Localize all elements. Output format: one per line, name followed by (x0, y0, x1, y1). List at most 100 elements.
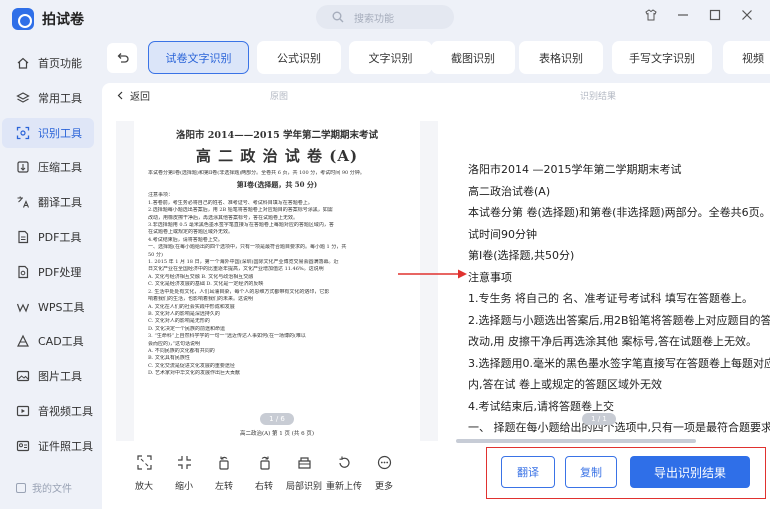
export-results-button[interactable]: 导出识别结果 (630, 456, 750, 488)
sidebar-item-11[interactable]: 证件照工具 (2, 431, 94, 461)
tool-zoom-in-button[interactable]: 放大 (124, 455, 164, 495)
cad-icon (16, 334, 30, 348)
sidebar-item-label: 翻译工具 (38, 196, 82, 210)
doc-footer: 高二政治(A) 第 1 页 (共 6 页) (239, 431, 315, 437)
my-files-link[interactable]: 我的文件 (16, 480, 72, 495)
result-text-line: 一、 择题在每小题给出的四个选项中,只有一项是最符合题要求的 (468, 421, 770, 434)
doc-text-line: 3. “生命科”上自然科学学的一句一“远近传达人事如何(在一场博的(难以 (148, 333, 306, 340)
sidebar-item-5[interactable]: PDF工具 (2, 222, 94, 252)
video-icon (16, 404, 30, 418)
app-name: 拍试卷 (42, 12, 84, 28)
tab-3[interactable]: 截图识别 (431, 41, 515, 74)
rotate-right-icon (257, 455, 272, 479)
sidebar-item-label: PDF工具 (38, 230, 82, 244)
result-text-line: 第Ⅰ卷(选择题,共50分) (468, 249, 575, 262)
tool-label: 右转 (254, 482, 273, 492)
scan-icon (16, 126, 30, 140)
window-controls (644, 8, 754, 22)
sidebar-item-1[interactable]: 常用工具 (2, 83, 94, 113)
sidebar-item-label: CAD工具 (38, 335, 84, 349)
my-files-label: 我的文件 (32, 484, 72, 495)
doc-intro: 本试卷分第Ⅰ卷(选择题)和第Ⅱ卷(非选择题)两部分。全卷共 6 页，共 100 … (148, 170, 365, 176)
folder-icon (16, 482, 26, 493)
tool-rotate-right-button[interactable]: 右转 (244, 455, 284, 495)
translate-button[interactable]: 翻译 (501, 456, 555, 488)
layers-icon (16, 91, 30, 105)
pdf-icon (16, 230, 30, 244)
sidebar-item-7[interactable]: WPS工具 (2, 292, 94, 322)
sidebar-item-8[interactable]: CAD工具 (2, 326, 94, 356)
result-text-line: 洛阳市2014 —2015学年第二学期期末考试 (468, 163, 682, 176)
tab-0[interactable]: 试卷文字识别 (148, 41, 249, 74)
doc-text-line: A. 文化与经济相互交融 B. 文化与政治相互交融 (148, 273, 254, 280)
result-text-area[interactable]: 洛阳市2014 —2015学年第二学期期末考试 高二政治试卷(A) 本试卷分第 卷(… (456, 121, 770, 441)
wps-icon (16, 300, 30, 314)
tool-more-button[interactable]: 更多 (364, 455, 404, 495)
undo-button[interactable] (107, 43, 137, 73)
tool-rotate-left-button[interactable]: 左转 (204, 455, 244, 495)
sidebar-item-label: 压缩工具 (38, 161, 82, 175)
close-button[interactable] (740, 8, 754, 22)
result-text-line: 4.考试结束后,请将答题卷上交 (468, 399, 614, 413)
doc-text-line: B. 文化具有民族性 (148, 355, 190, 362)
sidebar: 拍试卷 首页功能常用工具识别工具压缩工具翻译工具 PDF工具 PDF处理 WPS工具 C… (0, 0, 98, 509)
tool-zoom-out-button[interactable]: 缩小 (164, 455, 204, 495)
sidebar-item-10[interactable]: 音视频工具 (2, 396, 94, 426)
home-icon (16, 56, 30, 70)
result-label: 识别结果 (580, 92, 617, 102)
original-image-viewer[interactable]: 洛阳市 2014——2015 学年第二学期期末考试 高 二 政 治 试 卷 (A… (116, 121, 438, 441)
minimize-button[interactable] (676, 8, 690, 22)
sidebar-item-4[interactable]: 翻译工具 (2, 187, 94, 217)
tab-5[interactable]: 手写文字识别 (612, 41, 712, 74)
sidebar-item-label: 图片工具 (38, 370, 82, 384)
result-text-line: 内,答在试 卷上或规定的答题区域外无效 (468, 378, 662, 391)
tab-1[interactable]: 公式识别 (257, 41, 341, 74)
sidebar-item-9[interactable]: 图片工具 (2, 361, 94, 391)
sidebar-item-2[interactable]: 识别工具 (2, 117, 94, 148)
app-logo: 拍试卷 (12, 6, 84, 32)
sidebar-item-3[interactable]: 压缩工具 (2, 152, 94, 182)
doc-text-line: C. 文化对人的影响是无形的 (148, 318, 210, 325)
result-text-line: 3.选择题用0.毫米的黑色墨水签字笔直接写在答题卷上每题对应的 (468, 356, 770, 370)
crop-icon (297, 455, 312, 479)
doc-text-line: 1. 2015 年 1 月 18 日，第一个海外中国(深圳)国际文化产业博览交易… (148, 259, 339, 266)
tab-2[interactable]: 文字识别 (349, 41, 432, 74)
sidebar-item-6[interactable]: PDF处理 (2, 257, 94, 287)
tool-label: 缩小 (174, 482, 193, 492)
doc-text-line: A. 不同民族的文化都有共同的 (148, 347, 215, 354)
doc-text-line: 改动，用橡皮擦干净后，再选涂其他答案标号，答在试题卷上无效。 (148, 214, 299, 221)
search-icon (332, 11, 344, 23)
tool-label: 重新上传 (325, 482, 362, 492)
sidebar-item-label: PDF处理 (38, 265, 82, 279)
search-input[interactable]: 搜索功能 (316, 5, 454, 29)
tool-reupload-button[interactable]: 重新上传 (324, 455, 364, 495)
doc-subtitle: 高 二 政 治 试 卷 (A) (195, 147, 359, 165)
chevron-left-icon (117, 91, 123, 100)
doc-text-line: D. 文化决定一个民族的前途和命运 (148, 325, 226, 332)
skin-button[interactable] (644, 8, 658, 22)
id-photo-icon (16, 439, 30, 453)
doc-text-line: 3.非选择题用 0.5 毫米黑色墨水签字笔直接写在答题卷上每题对应的答题区域内，… (148, 222, 334, 229)
maximize-button[interactable] (708, 8, 722, 22)
result-text-line: 1.专生务 将自己的 名、准考证号考试科 填写在答题卷上。 (468, 292, 753, 305)
tab-6[interactable]: 视频 (723, 41, 770, 74)
sidebar-item-label: WPS工具 (38, 300, 85, 314)
sidebar-item-label: 首页功能 (38, 57, 82, 70)
exam-page-image: 洛阳市 2014——2015 学年第二学期期末考试 高 二 政 治 试 卷 (A… (134, 121, 420, 441)
result-text-line: 改动,用 皮擦干净后再选涂其他 案标号,答在试题卷上无效。 (468, 335, 757, 348)
close-icon (742, 10, 752, 20)
doc-section-title: 第Ⅰ卷(选择题，共 50 分) (236, 180, 318, 190)
original-page-indicator: 1 / 6 (260, 413, 294, 425)
tool-tabs: 试卷文字识别 公式识别 文字识别 截图识别 表格识别 手写文字识别 视频 (148, 41, 770, 74)
zoom-in-icon (136, 455, 152, 479)
pdf-process-icon (16, 265, 30, 279)
doc-text-line: 4.考试结束后，请将答题卷上交。 (148, 236, 223, 243)
sidebar-item-0[interactable]: 首页功能 (2, 48, 94, 78)
back-link[interactable]: 返回 (116, 88, 150, 103)
tool-crop-button[interactable]: 局部识别 (284, 455, 324, 495)
horizontal-scrollbar[interactable] (456, 439, 696, 443)
doc-body: 注意事项： 1.答卷前，考生务必将自己的姓名、准考证号、考试科目填写在答题卷上。 2… (148, 192, 406, 377)
doc-title: 洛阳市 2014——2015 学年第二学期期末考试 (176, 130, 378, 141)
copy-button[interactable]: 复制 (565, 456, 617, 488)
tab-4[interactable]: 表格识别 (519, 41, 603, 74)
